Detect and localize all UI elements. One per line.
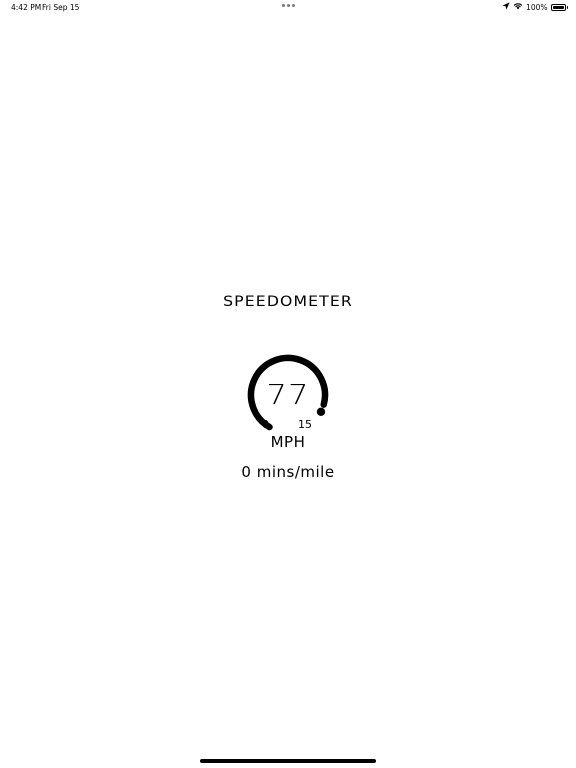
status-bar: 4:42 PM Fri Sep 15 100% [0,0,576,14]
speed-unit-label: MPH [270,433,306,451]
gauge-min-label: 0 [262,418,269,431]
speed-value: 77 [266,378,310,411]
status-date: Fri Sep 15 [42,3,80,12]
gauge-max-label: 15 [298,418,312,431]
app-screen: 4:42 PM Fri Sep 15 100% SPEEDOMETER 77 0… [0,0,576,768]
battery-tip [566,5,568,9]
status-time: 4:42 PM [11,3,42,12]
location-arrow-icon [502,2,510,12]
pace-label: 0 mins/mile [241,463,335,481]
speed-gauge: 77 [238,348,338,438]
battery-icon [550,3,566,11]
wifi-icon [513,2,523,12]
home-indicator[interactable] [200,759,376,763]
battery-percent: 100% [526,2,548,12]
multitasking-dots-icon[interactable] [282,4,295,7]
status-right-group: 100% [502,2,568,12]
page-title: SPEEDOMETER [223,294,353,310]
